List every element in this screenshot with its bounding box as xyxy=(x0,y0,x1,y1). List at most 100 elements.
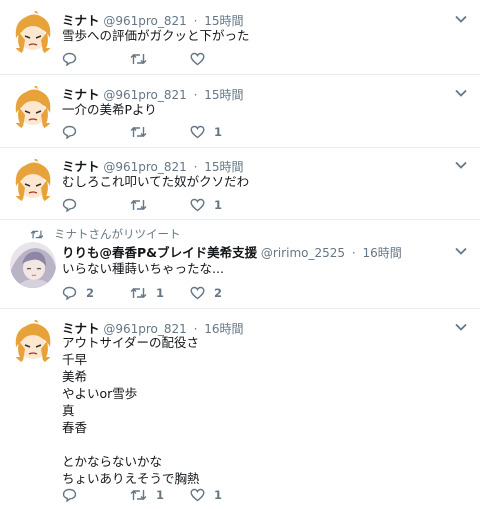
user-handle[interactable]: @961pro_821 xyxy=(103,160,186,174)
display-name[interactable]: りりも@春香P&ブレイド美希支援 xyxy=(62,245,257,260)
timestamp[interactable]: 15時間 xyxy=(204,88,243,102)
user-handle[interactable]: @961pro_821 xyxy=(103,88,186,102)
timestamp[interactable]: 15時間 xyxy=(204,160,243,174)
minato-avatar-icon xyxy=(10,10,56,56)
tweet-text-line: 真 xyxy=(62,403,75,418)
tweet-text-line: 美希 xyxy=(62,369,88,384)
like-count: 1 xyxy=(214,488,223,502)
tweet-actions: 1 xyxy=(62,196,362,214)
reply-icon xyxy=(62,125,77,139)
heart-icon xyxy=(190,488,205,502)
retweeted-tweet[interactable]: ミナトさんがリツイート りりも@春香P&ブレイド美希支援 @ririmo_252… xyxy=(0,220,480,309)
timestamp[interactable]: 16時間 xyxy=(204,322,243,336)
like-count: 1 xyxy=(214,125,223,139)
retweet-icon xyxy=(130,200,147,210)
display-name[interactable]: ミナト xyxy=(62,13,100,28)
tweet-text-line: 雪歩への評価がガクッと下がった xyxy=(62,28,250,43)
tweet-text-line: やよいor雪歩 xyxy=(62,386,138,401)
separator-dot: · xyxy=(193,88,198,102)
retweet-icon xyxy=(130,288,147,298)
reply-button[interactable]: 2 xyxy=(62,284,94,302)
chevron-down-icon[interactable] xyxy=(454,86,468,100)
chevron-down-icon[interactable] xyxy=(454,320,468,334)
like-button[interactable]: 1 xyxy=(190,486,222,504)
reply-icon xyxy=(62,488,77,502)
chevron-down-icon[interactable] xyxy=(454,244,468,258)
tweet-text: いらない種蒔いちゃったな... xyxy=(62,260,224,277)
display-name[interactable]: ミナト xyxy=(62,87,100,102)
avatar[interactable] xyxy=(10,85,56,131)
minato-avatar-icon xyxy=(10,319,56,365)
retweet-icon xyxy=(130,490,147,500)
like-button[interactable] xyxy=(190,50,214,68)
tweet-actions xyxy=(62,50,362,68)
tweet-text-line: ちょいありえそうで胸熱 xyxy=(62,471,200,486)
retweet-button[interactable] xyxy=(130,123,156,141)
user-handle[interactable]: @ririmo_2525 xyxy=(261,246,345,260)
ririmo-avatar-icon xyxy=(10,242,56,288)
heart-icon xyxy=(190,286,205,300)
tweet-text-line: いらない種蒔いちゃったな... xyxy=(62,261,224,276)
tweet-text-line: 千早 xyxy=(62,352,88,367)
retweet-count: 1 xyxy=(156,488,165,502)
avatar[interactable] xyxy=(10,319,56,365)
timestamp[interactable]: 15時間 xyxy=(204,14,243,28)
tweet-actions: 1 1 xyxy=(62,486,362,504)
avatar[interactable] xyxy=(10,158,56,204)
tweet-actions: 1 xyxy=(62,123,362,141)
separator-dot: · xyxy=(193,14,198,28)
tweet[interactable]: ミナト @961pro_821 · 15時間 むしろこれ叩いてた奴がクソだわ 1 xyxy=(0,148,480,220)
avatar[interactable] xyxy=(10,10,56,56)
minato-avatar-icon xyxy=(10,158,56,204)
heart-icon xyxy=(190,198,205,212)
retweet-context: ミナトさんがリツイート xyxy=(30,226,181,242)
tweet-text: 一介の美希Pより xyxy=(62,101,157,118)
reply-button[interactable] xyxy=(62,196,86,214)
tweet-text: むしろこれ叩いてた奴がクソだわ xyxy=(62,173,249,190)
user-handle[interactable]: @961pro_821 xyxy=(103,14,186,28)
heart-icon xyxy=(190,125,205,139)
separator-dot: · xyxy=(351,246,356,260)
retweet-icon xyxy=(30,229,44,239)
timestamp[interactable]: 16時間 xyxy=(363,246,402,260)
retweet-context-label[interactable]: ミナトさんがリツイート xyxy=(54,226,181,242)
tweet-text-line: とかならないかな xyxy=(62,454,163,469)
tweet-text-line: 一介の美希Pより xyxy=(62,102,157,117)
retweet-button[interactable]: 1 xyxy=(130,486,164,504)
reply-icon xyxy=(62,198,77,212)
tweet-text: アウトサイダーの配役さ 千早 美希 やよいor雪歩 真 春香 とかならないかな … xyxy=(62,334,200,487)
tweet-text-line: 春香 xyxy=(62,420,88,435)
retweet-icon xyxy=(130,54,147,64)
like-count: 2 xyxy=(214,286,223,300)
separator-dot: · xyxy=(193,160,198,174)
like-button[interactable]: 2 xyxy=(190,284,222,302)
like-button[interactable]: 1 xyxy=(190,196,222,214)
tweet-header: りりも@春香P&ブレイド美希支援 @ririmo_2525 · 16時間 xyxy=(62,242,402,261)
minato-avatar-icon xyxy=(10,85,56,131)
chevron-down-icon[interactable] xyxy=(454,12,468,26)
tweet-text-line: むしろこれ叩いてた奴がクソだわ xyxy=(62,174,250,189)
tweet[interactable]: ミナト @961pro_821 · 16時間 アウトサイダーの配役さ 千早 美希… xyxy=(0,309,480,509)
retweet-button[interactable] xyxy=(130,196,156,214)
retweet-icon xyxy=(130,127,147,137)
tweet-text-line xyxy=(62,436,200,453)
reply-count: 2 xyxy=(86,286,95,300)
tweet[interactable]: ミナト @961pro_821 · 15時間 一介の美希Pより 1 xyxy=(0,75,480,148)
retweet-button[interactable] xyxy=(130,50,156,68)
tweet-text-line: アウトサイダーの配役さ xyxy=(62,335,200,350)
like-count: 1 xyxy=(214,198,223,212)
retweet-count: 1 xyxy=(156,286,165,300)
chevron-down-icon[interactable] xyxy=(454,158,468,172)
like-button[interactable]: 1 xyxy=(190,123,222,141)
reply-icon xyxy=(62,52,77,66)
heart-icon xyxy=(190,52,205,66)
reply-icon xyxy=(62,286,77,300)
reply-button[interactable] xyxy=(62,50,86,68)
display-name[interactable]: ミナト xyxy=(62,159,100,174)
reply-button[interactable] xyxy=(62,123,86,141)
retweet-button[interactable]: 1 xyxy=(130,284,164,302)
tweet-actions: 2 1 2 xyxy=(62,284,362,302)
reply-button[interactable] xyxy=(62,486,86,504)
avatar[interactable] xyxy=(10,242,56,288)
tweet[interactable]: ミナト @961pro_821 · 15時間 雪歩への評価がガクッと下がった xyxy=(0,0,480,75)
